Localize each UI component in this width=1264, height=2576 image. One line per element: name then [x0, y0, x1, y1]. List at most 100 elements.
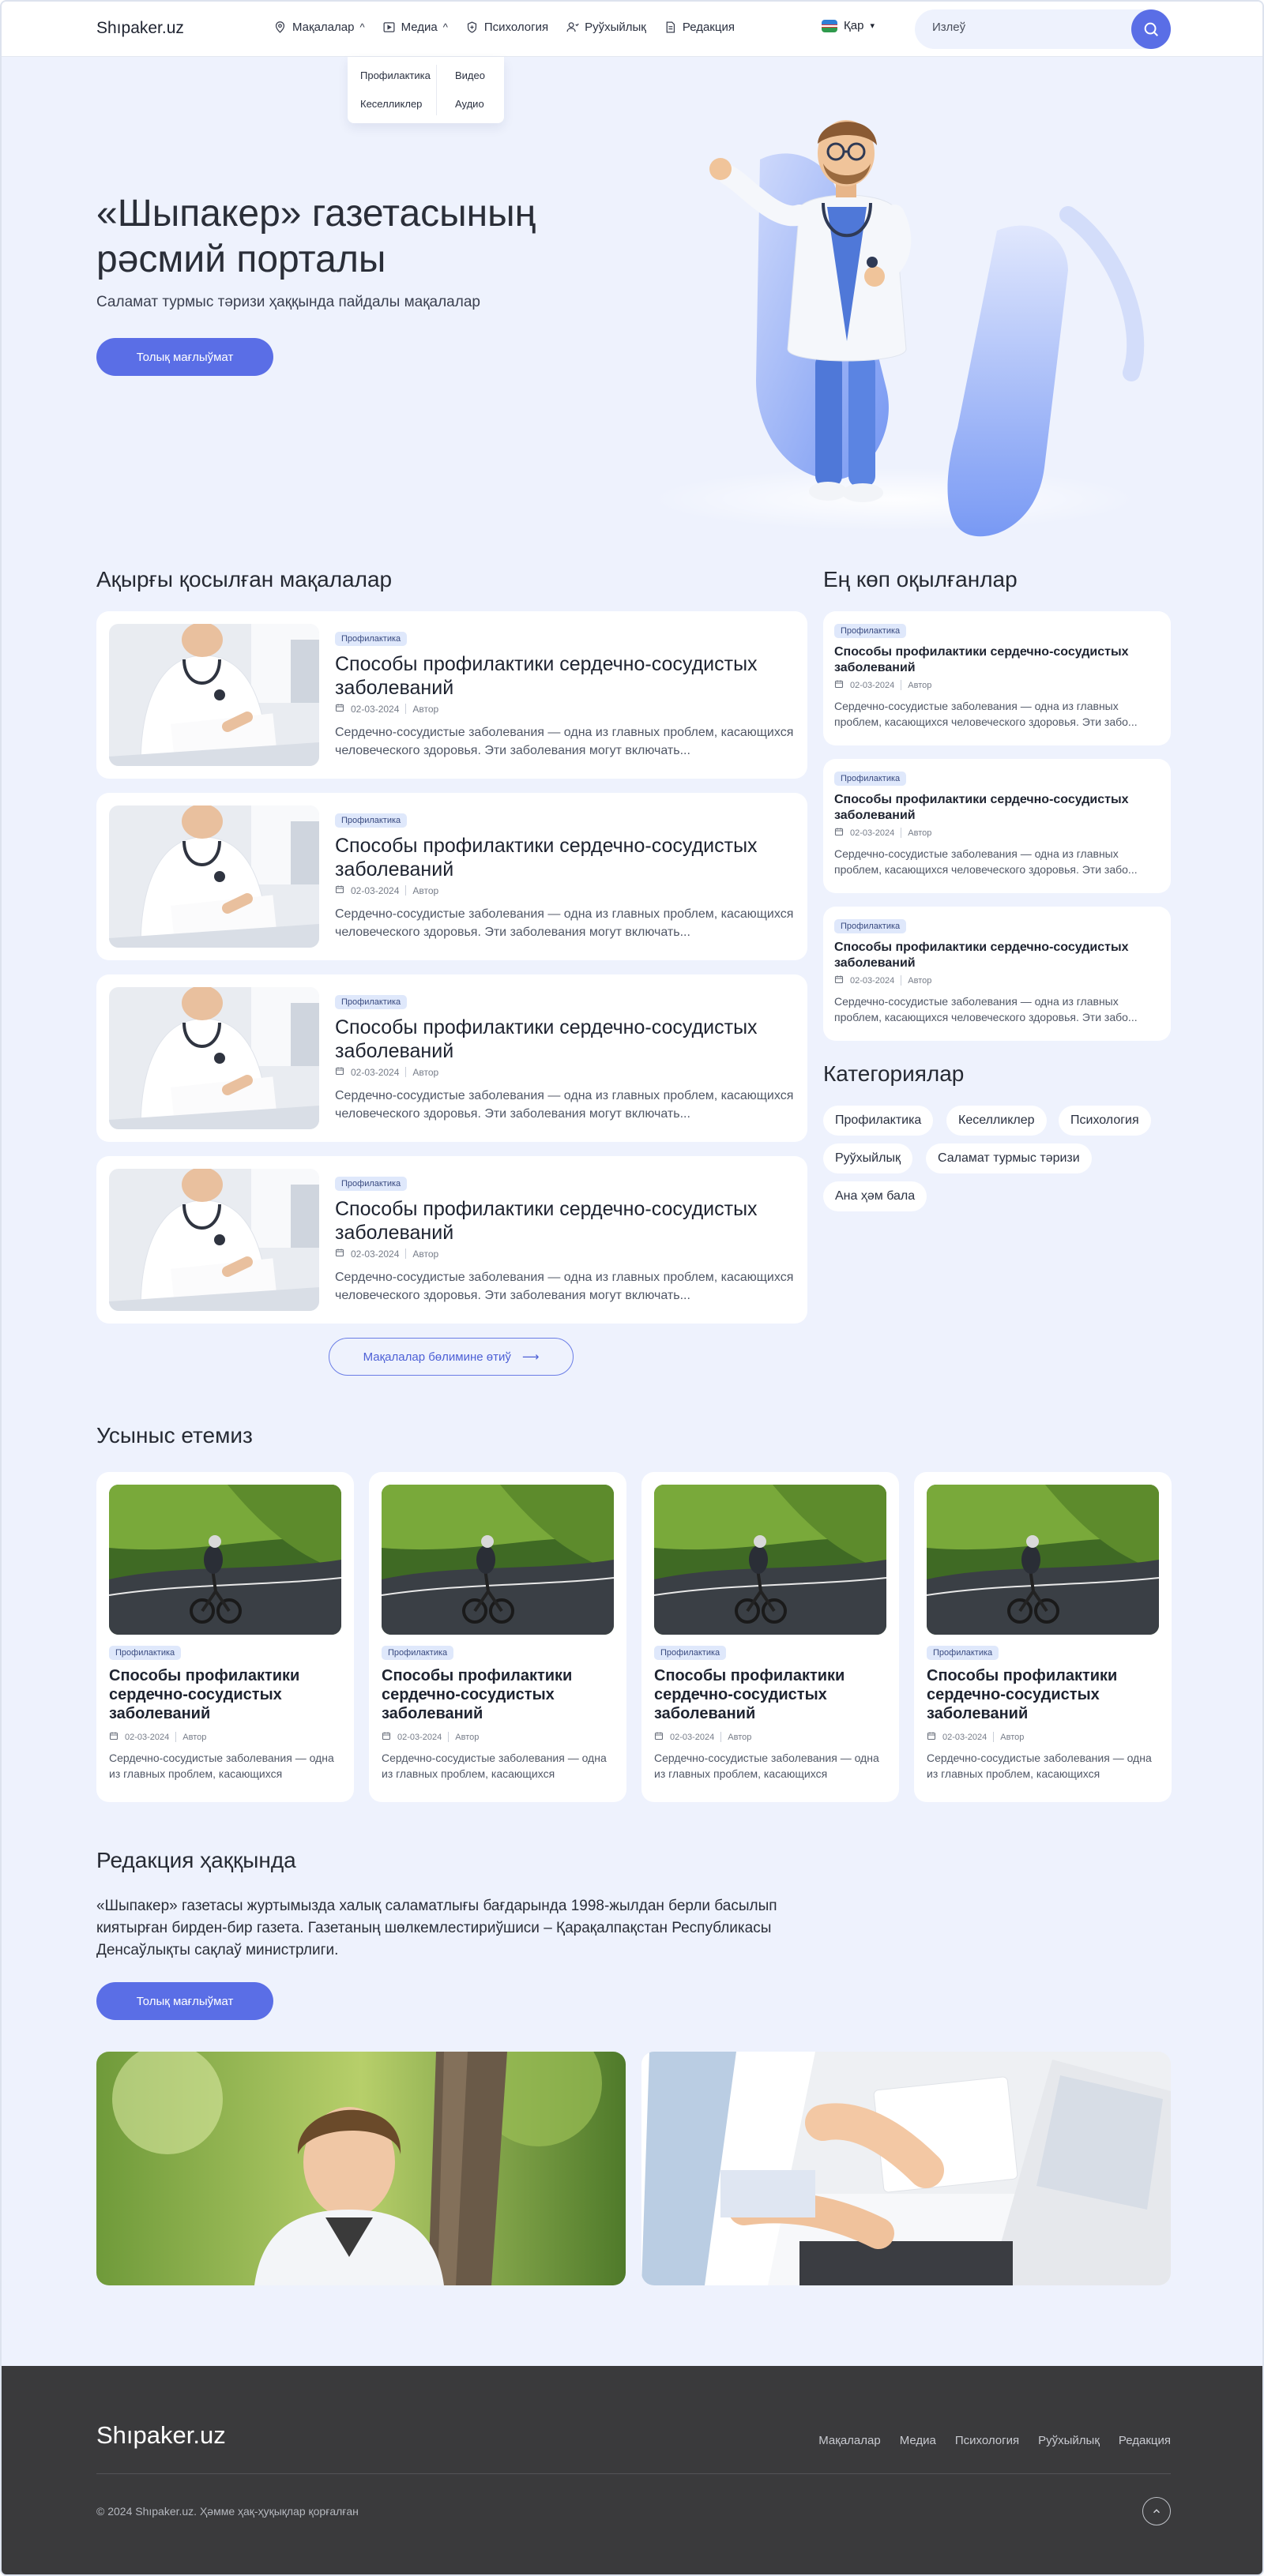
article-card[interactable]: Профилактика Способы профилактики сердечн…	[96, 793, 807, 960]
article-card[interactable]: Профилактика Способы профилактики сердечн…	[96, 974, 807, 1142]
copyright-text: © 2024 Shıpaker.uz. Ҳәмме ҳақ-ҳуқықлар қ…	[96, 2505, 359, 2518]
recommended-excerpt: Сердечно-сосудистые заболевания — одна и…	[927, 1752, 1152, 1780]
article-excerpt: Сердечно-сосудистые заболевания — одна и…	[335, 1089, 794, 1121]
chevron-up-icon: ^	[442, 21, 448, 33]
popular-card[interactable]: Профилактика Способы профилактики сердечн…	[823, 759, 1171, 893]
popular-card[interactable]: Профилактика Способы профилактики сердечн…	[823, 611, 1171, 745]
article-meta: 02-03-2024 Автор	[335, 703, 438, 715]
category-chip[interactable]: Ана ҳәм бала	[823, 1181, 927, 1211]
dropdown-item-diseases[interactable]: Кеселликлер	[360, 98, 422, 110]
about-more-button[interactable]: Толық мағлыўмат	[96, 1982, 273, 2020]
recommended-thumbnail	[382, 1485, 614, 1635]
article-author: Автор	[412, 703, 439, 715]
meta-separator	[405, 885, 407, 896]
calendar-icon	[927, 1731, 936, 1743]
category-chip[interactable]: Психология	[1059, 1106, 1151, 1136]
category-badge: Профилактика	[927, 1646, 999, 1660]
article-date: 02-03-2024	[942, 1732, 988, 1742]
nav-label: Мақалалар	[292, 21, 355, 34]
nav-item-articles[interactable]: Мақалалар ^	[273, 21, 365, 34]
category-badge: Профилактика	[654, 1646, 727, 1660]
flag-icon	[822, 19, 837, 32]
footer-link-articles[interactable]: Мақалалар	[818, 2434, 880, 2447]
scroll-to-top-button[interactable]	[1142, 2497, 1171, 2525]
meta-separator	[405, 1067, 407, 1077]
article-date: 02-03-2024	[670, 1732, 715, 1742]
chevron-up-icon: ^	[359, 21, 365, 33]
article-date: 02-03-2024	[397, 1732, 442, 1742]
dropdown-item-prevention[interactable]: Профилактика	[360, 69, 431, 81]
meta-separator	[175, 1732, 177, 1742]
article-author: Автор	[455, 1732, 480, 1742]
category-chip[interactable]: Профилактика	[823, 1106, 934, 1136]
category-chip[interactable]: Кеселликлер	[946, 1106, 1047, 1136]
footer-link-spirituality[interactable]: Руўхыйлық	[1038, 2434, 1100, 2447]
recommended-title: Способы профилактики сердечно-сосудистых…	[927, 1667, 1118, 1722]
all-articles-label: Мақалалар бөлимине өтиў	[363, 1350, 511, 1364]
article-card[interactable]: Профилактика Способы профилактики сердечн…	[96, 611, 807, 779]
recommended-title: Способы профилактики сердечно-сосудистых…	[382, 1667, 573, 1722]
category-chip[interactable]: Руўхыйлық	[823, 1143, 912, 1173]
footer-link-psychology[interactable]: Психология	[955, 2434, 1019, 2447]
footer-link-editorial[interactable]: Редакция	[1119, 2434, 1171, 2447]
nav-item-media[interactable]: Медиа ^	[382, 21, 448, 34]
about-section-title: Редакция ҳаққында	[96, 1848, 296, 1872]
popular-title: Способы профилактики сердечно-сосудистых…	[834, 941, 1129, 970]
search-input[interactable]	[932, 21, 1114, 34]
article-date: 02-03-2024	[351, 703, 400, 715]
category-badge: Профилактика	[335, 1177, 408, 1191]
nav-label: Редакция	[682, 21, 735, 34]
all-articles-button[interactable]: Мақалалар бөлимине өтиў ⟶	[329, 1338, 574, 1376]
site-logo[interactable]: Shıpaker.uz	[96, 19, 184, 38]
dropdown-item-audio[interactable]: Аудио	[455, 98, 484, 110]
article-author: Автор	[728, 1732, 752, 1742]
popular-card[interactable]: Профилактика Способы профилактики сердечн…	[823, 907, 1171, 1041]
dropdown-item-video[interactable]: Видео	[455, 69, 485, 81]
recommended-excerpt: Сердечно-сосудистые заболевания — одна и…	[654, 1752, 879, 1780]
nav-item-spirituality[interactable]: Руўхыйлық	[566, 21, 646, 34]
footer-logo[interactable]: Shıpaker.uz	[96, 2421, 226, 2450]
calendar-icon	[834, 679, 844, 691]
arrow-right-icon: ⟶	[521, 1350, 540, 1364]
article-excerpt: Сердечно-сосудистые заболевания — одна и…	[335, 726, 794, 757]
article-meta: 02-03-2024 Автор	[834, 974, 931, 986]
nav-item-psychology[interactable]: Психология	[465, 21, 548, 34]
category-badge: Профилактика	[834, 772, 907, 786]
article-card[interactable]: Профилактика Способы профилактики сердечн…	[96, 1156, 807, 1324]
recommended-card[interactable]: Профилактика Способы профилактики сердечн…	[369, 1472, 626, 1802]
document-icon	[666, 21, 675, 33]
latest-section-title: Ақырғы қосылған мақалалар	[96, 567, 393, 591]
recommended-thumbnail	[927, 1485, 1159, 1635]
category-chip[interactable]: Саламат турмыс тәризи	[926, 1143, 1092, 1173]
nav-item-editorial[interactable]: Редакция	[664, 21, 735, 34]
recommend-section-title: Усыныс етемиз	[96, 1423, 253, 1448]
meta-separator	[448, 1732, 450, 1742]
calendar-icon	[335, 884, 344, 896]
category-badge: Профилактика	[335, 813, 408, 828]
category-badge: Профилактика	[335, 632, 408, 646]
recommended-card[interactable]: Профилактика Способы профилактики сердечн…	[96, 1472, 354, 1802]
hero-more-button[interactable]: Толық мағлыўмат	[96, 338, 273, 376]
footer-link-media[interactable]: Медиа	[900, 2434, 936, 2447]
article-author: Автор	[908, 680, 932, 690]
editor-photo	[96, 2052, 626, 2285]
search-button[interactable]	[1131, 9, 1171, 49]
article-author: Автор	[908, 828, 932, 838]
article-thumbnail	[109, 987, 319, 1129]
article-author: Автор	[412, 1248, 439, 1260]
recommended-title: Способы профилактики сердечно-сосудистых…	[109, 1667, 300, 1722]
article-meta: 02-03-2024 Автор	[834, 679, 931, 691]
category-badge: Профилактика	[834, 624, 907, 638]
recommended-excerpt: Сердечно-сосудистые заболевания — одна и…	[109, 1752, 334, 1780]
recommended-card[interactable]: Профилактика Способы профилактики сердечн…	[914, 1472, 1172, 1802]
language-selector[interactable]: Қар ▾	[822, 19, 875, 32]
recommended-card[interactable]: Профилактика Способы профилактики сердечн…	[641, 1472, 899, 1802]
calendar-icon	[335, 703, 344, 715]
recommended-thumbnail	[109, 1485, 341, 1635]
calendar-icon	[654, 1731, 664, 1743]
article-author: Автор	[412, 884, 439, 896]
meta-separator	[405, 704, 407, 714]
article-date: 02-03-2024	[351, 1066, 400, 1078]
footer-nav: Мақалалар Медиа Психология Руўхыйлық Ред…	[818, 2434, 1171, 2447]
shield-icon	[467, 21, 476, 33]
